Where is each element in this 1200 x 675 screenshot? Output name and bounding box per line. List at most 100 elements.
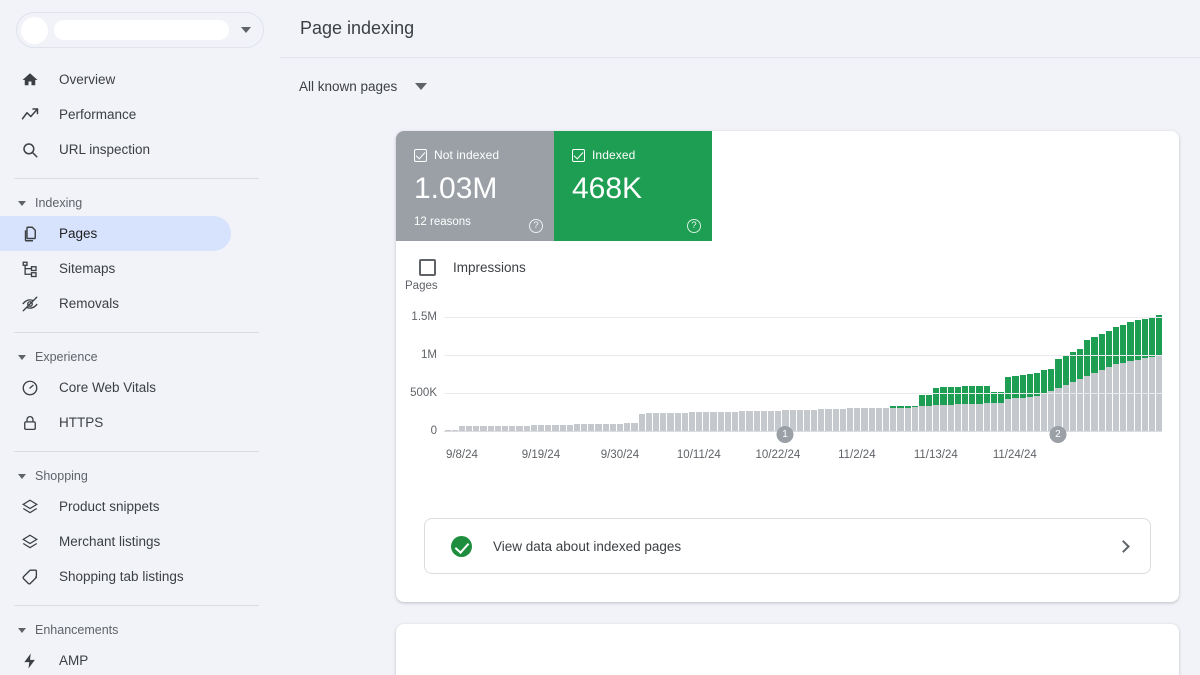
x-axis-tick-label: 11/24/24	[992, 449, 1037, 461]
search-icon	[21, 141, 39, 159]
chart-bar-segment-indexed	[918, 395, 926, 406]
chart-bar-segment-not-indexed	[688, 412, 696, 431]
chevron-down-icon[interactable]	[241, 27, 251, 33]
chevron-down-icon	[18, 627, 26, 633]
chart-bar-segment-not-indexed	[904, 407, 911, 431]
chart-bar-segment-not-indexed	[1069, 382, 1076, 431]
sidebar-item-overview[interactable]: Overview	[0, 62, 231, 97]
chevron-down-icon	[18, 200, 26, 206]
sidebar-item-amp[interactable]: AMP	[0, 643, 231, 675]
sidebar-item-label: Removals	[59, 295, 120, 311]
chart-bar-segment-indexed	[940, 387, 947, 406]
lock-icon	[21, 414, 39, 432]
status-card-header: Indexed	[572, 148, 698, 162]
chart-bar-segment-not-indexed	[681, 412, 688, 431]
toolbar: All known pages Last up	[280, 58, 1200, 115]
sidebar-item-performance[interactable]: Performance	[0, 97, 231, 132]
chart-bar-segment-not-indexed	[1105, 367, 1112, 431]
chart-bar-segment-indexed	[1012, 375, 1019, 399]
filter-all-known-pages[interactable]: All known pages	[299, 79, 428, 94]
chart-bar-segment-not-indexed	[595, 424, 602, 431]
chart-bar-segment-not-indexed	[609, 423, 616, 431]
sidebar-group-indexing[interactable]: Indexing	[0, 190, 280, 216]
sidebar-item-pages[interactable]: Pages	[0, 216, 231, 251]
chart-bar-segment-not-indexed	[767, 410, 775, 431]
status-cards: Not indexed 1.03M 12 reasons? Indexed 468K?	[396, 131, 1179, 241]
sidebar-item-product-snippets[interactable]: Product snippets	[0, 489, 231, 524]
chart-bar-segment-not-indexed	[624, 423, 631, 431]
x-axis-tick-label: 11/13/24	[913, 449, 958, 461]
sidebar-item-merchant-listings[interactable]: Merchant listings	[0, 524, 231, 559]
impressions-label: Impressions	[453, 260, 526, 275]
chart-bar-segment-not-indexed	[803, 410, 811, 431]
chart-bar-segment-indexed	[933, 387, 940, 406]
nav-divider	[14, 605, 259, 606]
sidebar-item-url-inspection[interactable]: URL inspection	[0, 132, 231, 167]
sidebar-group-enhancements[interactable]: Enhancements	[0, 617, 280, 643]
chart-bar-segment-indexed	[1105, 330, 1112, 368]
property-avatar	[21, 16, 48, 44]
chevron-right-icon[interactable]	[1117, 539, 1130, 553]
chart-bar-segment-indexed	[1077, 349, 1084, 380]
gridline	[444, 355, 1162, 356]
status-card-checkbox[interactable]	[572, 148, 585, 162]
impressions-checkbox[interactable]	[419, 259, 436, 276]
chart-bar-segment-not-indexed	[724, 411, 731, 431]
help-circle-icon[interactable]: ?	[687, 219, 701, 233]
status-card-value: 1.03M	[414, 172, 498, 205]
sidebar-group-label: Indexing	[35, 196, 83, 210]
property-selector[interactable]	[16, 12, 264, 48]
chart-annotation-marker[interactable]: 1	[776, 426, 794, 443]
gridline	[444, 393, 1162, 394]
chart-bar-segment-indexed	[962, 386, 969, 405]
chart-bar-segment-not-indexed	[897, 407, 904, 431]
chart-bar-segment-indexed	[1055, 358, 1062, 389]
sidebar: Overview Performance URL inspection Indexin…	[0, 0, 280, 675]
status-card-indexed[interactable]: Indexed 468K?	[554, 131, 712, 241]
chart-bar-segment-not-indexed	[962, 404, 969, 431]
chart-bar-segment-not-indexed	[818, 409, 825, 431]
status-card-sub: 12 reasons	[414, 216, 471, 228]
chevron-down-icon[interactable]	[415, 83, 428, 90]
chart-bar-segment-not-indexed	[1112, 364, 1120, 431]
chart-bar-segment-indexed	[954, 386, 961, 405]
chart-bar-segment-not-indexed	[645, 413, 652, 431]
chart-bar-segment-indexed	[1112, 326, 1120, 365]
nav-divider	[14, 332, 259, 333]
chart-bar-segment-not-indexed	[1120, 362, 1127, 431]
filter-label: All known pages	[299, 79, 398, 94]
sidebar-item-label: HTTPS	[59, 414, 104, 430]
chart-bar-segment-not-indexed	[854, 407, 861, 431]
chart-bar-segment-indexed	[1134, 320, 1141, 360]
help-circle-icon[interactable]: ?	[529, 219, 543, 233]
chart-bar-segment-indexed	[1141, 318, 1148, 359]
chart-bar-segment-not-indexed	[997, 402, 1005, 431]
chart-bar-segment-not-indexed	[732, 411, 739, 431]
impressions-toggle-row[interactable]: Impressions	[396, 241, 1179, 276]
why-pages-not-indexed-card[interactable]: Why pages aren't indexed	[396, 624, 1179, 675]
chart-bar-segment-not-indexed	[940, 405, 947, 431]
sidebar-item-https[interactable]: HTTPS	[0, 405, 231, 440]
sidebar-group-shopping[interactable]: Shopping	[0, 463, 280, 489]
view-indexed-pages-link[interactable]: View data about indexed pages	[424, 518, 1151, 574]
chart-bar-segment-not-indexed	[1055, 388, 1062, 431]
sidebar-item-sitemaps[interactable]: Sitemaps	[0, 251, 231, 286]
indexing-chart: Pages 0 500K 1M 1.5M 9/8/24 9/19/24 9/30/24 10…	[396, 280, 1179, 514]
chart-bar-segment-indexed	[969, 386, 976, 404]
chart-annotation-marker[interactable]: 2	[1049, 426, 1067, 443]
sidebar-item-label: Performance	[59, 106, 137, 122]
sidebar-item-removals[interactable]: Removals	[0, 286, 231, 321]
chart-bar-segment-not-indexed	[933, 405, 940, 431]
chart-bar-segment-not-indexed	[875, 408, 882, 431]
sidebar-group-experience[interactable]: Experience	[0, 344, 280, 370]
chart-bar-segment-not-indexed	[1033, 396, 1041, 431]
status-card-checkbox[interactable]	[414, 148, 427, 162]
content-area: Not indexed 1.03M 12 reasons? Indexed 468K? …	[280, 115, 1200, 675]
chart-bar-segment-not-indexed	[753, 411, 760, 431]
chart-bar-segment-not-indexed	[1041, 393, 1048, 431]
status-card-not-indexed[interactable]: Not indexed 1.03M 12 reasons?	[396, 131, 554, 241]
sidebar-item-label: Merchant listings	[59, 533, 161, 549]
sidebar-item-core-web-vitals[interactable]: Core Web Vitals	[0, 370, 231, 405]
sidebar-item-shopping-tab-listings[interactable]: Shopping tab listings	[0, 559, 231, 594]
chart-bar-segment-indexed	[1120, 325, 1127, 363]
